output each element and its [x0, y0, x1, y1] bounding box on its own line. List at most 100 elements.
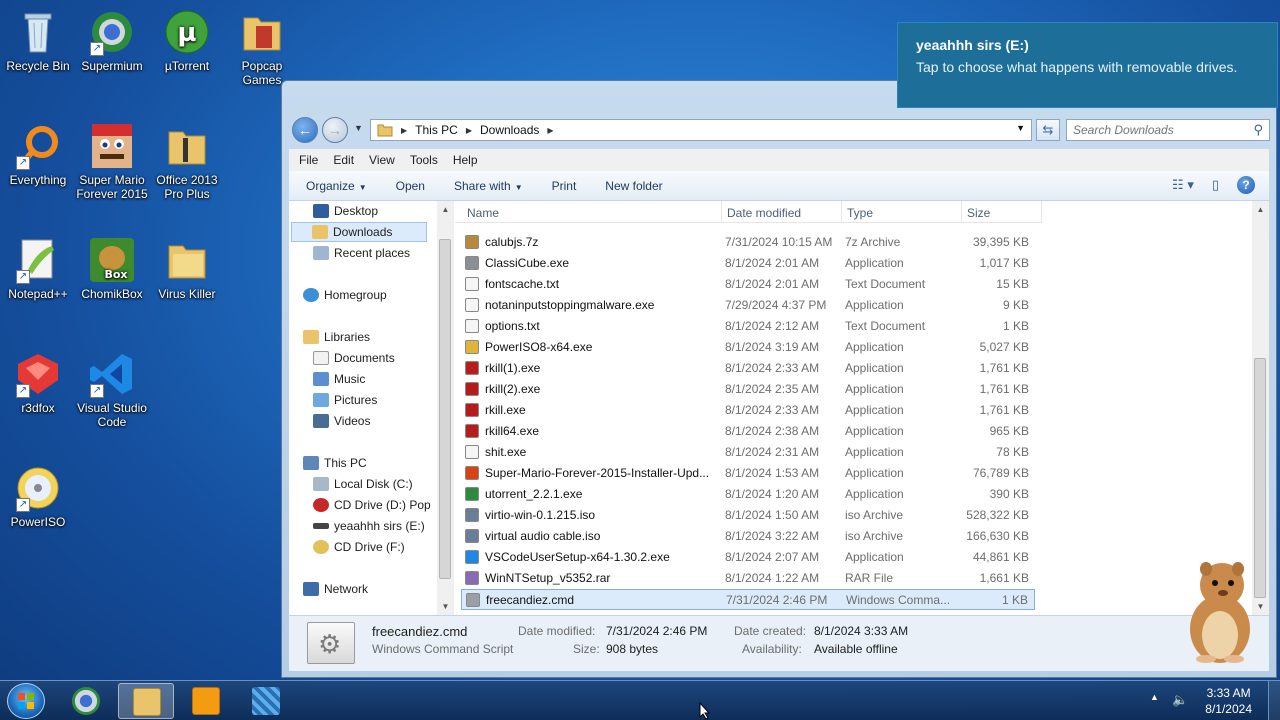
desktop-icon-popcap-games[interactable]: Popcap Games — [224, 8, 300, 87]
file-row[interactable]: Super-Mario-Forever-2015-Installer-Upd..… — [461, 463, 1035, 484]
file-row[interactable]: virtual audio cable.iso 8/1/2024 3:22 AM i… — [461, 526, 1035, 547]
recent-locations-chevron-icon[interactable]: ▼ — [354, 123, 363, 133]
nav-item-libraries[interactable]: Libraries — [303, 327, 370, 347]
address-bar[interactable]: ▶ This PC ▶ Downloads ▶ ▼ — [370, 119, 1032, 141]
breadcrumb-this-pc[interactable]: This PC — [415, 123, 458, 137]
breadcrumb-downloads[interactable]: Downloads — [480, 123, 539, 137]
desktop-icon-super-mario[interactable]: Super Mario Forever 2015 — [74, 122, 150, 201]
hamster-desktop-pet[interactable] — [1176, 555, 1260, 665]
file-row[interactable]: shit.exe 8/1/2024 2:31 AM Application 78 KB — [461, 442, 1035, 463]
change-view-icon[interactable]: ☷ ▾ — [1172, 177, 1194, 193]
taskbar-file-explorer[interactable] — [118, 683, 174, 719]
volume-icon[interactable]: 🔈 — [1172, 692, 1188, 708]
nav-item-network[interactable]: Network — [303, 579, 368, 599]
search-input[interactable] — [1073, 123, 1243, 137]
refresh-button[interactable]: ⇆ — [1036, 119, 1060, 141]
nav-item-downloads[interactable]: Downloads — [291, 222, 427, 242]
file-row[interactable]: virtio-win-0.1.215.iso 8/1/2024 1:50 AM is… — [461, 505, 1035, 526]
show-desktop-button[interactable] — [1268, 681, 1280, 720]
nav-item-videos[interactable]: Videos — [313, 411, 370, 431]
nav-label: Recent places — [334, 246, 411, 260]
column-type[interactable]: Type — [847, 206, 873, 220]
open-button[interactable]: Open — [396, 179, 425, 193]
nav-item-documents[interactable]: Documents — [313, 348, 395, 368]
desktop-icon-recycle-bin[interactable]: Recycle Bin — [0, 8, 76, 73]
menu-view[interactable]: View — [369, 153, 395, 167]
show-hidden-icons-icon[interactable]: ▲ — [1150, 692, 1159, 702]
search-icon[interactable]: ⚲ — [1253, 122, 1263, 138]
file-row[interactable]: PowerISO8-x64.exe 8/1/2024 3:19 AM Applica… — [461, 337, 1035, 358]
desktop-icon-vscode[interactable]: ↗ Visual Studio Code — [74, 350, 150, 429]
nav-pane-scrollbar[interactable]: ▲ ▼ — [437, 201, 454, 615]
nav-item-cd-drive-f[interactable]: CD Drive (F:) — [313, 537, 405, 557]
file-row[interactable]: ClassiCube.exe 8/1/2024 2:01 AM Applicatio… — [461, 253, 1035, 274]
nav-label: yeaahhh sirs (E:) — [334, 519, 425, 533]
nav-item-desktop[interactable]: Desktop — [313, 201, 378, 221]
desktop-icon-supermium[interactable]: ↗ Supermium — [74, 8, 150, 73]
file-row[interactable]: rkill(1).exe 8/1/2024 2:33 AM Application 1… — [461, 358, 1035, 379]
file-row[interactable]: rkill.exe 8/1/2024 2:33 AM Application 1,76… — [461, 400, 1035, 421]
forward-button[interactable]: → — [322, 117, 348, 143]
desktop-icon-poweriso[interactable]: ↗ PowerISO — [0, 464, 76, 529]
address-dropdown-icon[interactable]: ▼ — [1016, 123, 1025, 133]
nav-label: Desktop — [334, 204, 379, 218]
nav-item-removable-e[interactable]: yeaahhh sirs (E:) — [313, 516, 425, 536]
nav-item-pictures[interactable]: Pictures — [313, 390, 377, 410]
desktop-icon-chomikbox[interactable]: Box ChomikBox — [74, 236, 150, 301]
nav-item-recent-places[interactable]: Recent places — [313, 243, 410, 263]
file-row[interactable]: utorrent_2.2.1.exe 8/1/2024 1:20 AM Applic… — [461, 484, 1035, 505]
desktop-icon-everything[interactable]: ↗ Everything — [0, 122, 76, 187]
scroll-up-icon[interactable]: ▲ — [1252, 201, 1269, 218]
file-row-selected[interactable]: freecandiez.cmd 7/31/2024 2:46 PM Windows … — [461, 589, 1035, 610]
preview-pane-icon[interactable]: ▯ — [1212, 177, 1219, 193]
nav-item-local-disk-c[interactable]: Local Disk (C:) — [313, 474, 413, 494]
file-row[interactable]: calubjs.7z 7/31/2024 10:15 AM 7z Archive 39… — [461, 232, 1035, 253]
menu-file[interactable]: File — [299, 153, 318, 167]
organize-button[interactable]: Organize ▼ — [306, 179, 367, 193]
menu-help[interactable]: Help — [453, 153, 478, 167]
file-row[interactable]: fontscache.txt 8/1/2024 2:01 AM Text Docum… — [461, 274, 1035, 295]
help-icon[interactable]: ? — [1237, 176, 1255, 194]
print-button[interactable]: Print — [552, 179, 577, 193]
system-clock[interactable]: 3:33 AM 8/1/2024 — [1205, 685, 1252, 717]
nav-item-cd-drive-d[interactable]: CD Drive (D:) Pop — [313, 495, 431, 515]
file-row[interactable]: WinNTSetup_v5352.rar 8/1/2024 1:22 AM RAR … — [461, 568, 1035, 589]
nav-item-music[interactable]: Music — [313, 369, 365, 389]
taskbar-supermium[interactable] — [58, 683, 114, 719]
back-button[interactable]: ← — [292, 117, 318, 143]
desktop-icon-virus-killer[interactable]: Virus Killer — [149, 236, 225, 301]
share-with-button[interactable]: Share with ▼ — [454, 179, 523, 193]
desktop-icon-notepadpp[interactable]: ↗ Notepad++ — [0, 236, 76, 301]
column-date-modified[interactable]: Date modified — [727, 206, 801, 220]
column-name[interactable]: Name — [467, 206, 499, 220]
file-date: 8/1/2024 1:20 AM — [725, 487, 820, 501]
start-button[interactable] — [7, 683, 45, 719]
scroll-up-icon[interactable]: ▲ — [437, 201, 454, 218]
videos-icon — [313, 414, 329, 428]
file-row[interactable]: rkill(2).exe 8/1/2024 2:35 AM Application 1… — [461, 379, 1035, 400]
nav-item-this-pc[interactable]: This PC — [303, 453, 367, 473]
folder-icon — [238, 8, 286, 56]
desktop-icon-utorrent[interactable]: µ µTorrent — [149, 8, 225, 73]
nav-item-homegroup[interactable]: Homegroup — [303, 285, 387, 305]
file-row[interactable]: rkill64.exe 8/1/2024 2:38 AM Application 96… — [461, 421, 1035, 442]
file-type: Application — [845, 403, 904, 417]
scroll-down-icon[interactable]: ▼ — [437, 598, 454, 615]
scroll-thumb[interactable] — [439, 239, 451, 579]
new-folder-button[interactable]: New folder — [605, 179, 662, 193]
file-row[interactable]: notaninputstoppingmalware.exe 7/29/2024 4… — [461, 295, 1035, 316]
removable-drive-notification[interactable]: yeaahhh sirs (E:) Tap to choose what hap… — [897, 22, 1278, 108]
file-row[interactable]: VSCodeUserSetup-x64-1.30.2.exe 8/1/2024 2… — [461, 547, 1035, 568]
desktop-icon-office-2013[interactable]: Office 2013 Pro Plus — [149, 122, 225, 201]
menu-edit[interactable]: Edit — [333, 153, 354, 167]
nav-label: Downloads — [333, 225, 393, 239]
column-size[interactable]: Size — [967, 206, 990, 220]
taskbar-media-player[interactable] — [178, 683, 234, 719]
file-row[interactable]: options.txt 8/1/2024 2:12 AM Text Document… — [461, 316, 1035, 337]
file-type: Application — [845, 550, 904, 564]
taskbar-app[interactable] — [238, 683, 294, 719]
file-size: 9 KB — [1002, 298, 1029, 312]
desktop-icon-r3dfox[interactable]: ↗ r3dfox — [0, 350, 76, 415]
file-list-scrollbar[interactable]: ▲ ▼ — [1252, 201, 1269, 615]
menu-tools[interactable]: Tools — [410, 153, 438, 167]
